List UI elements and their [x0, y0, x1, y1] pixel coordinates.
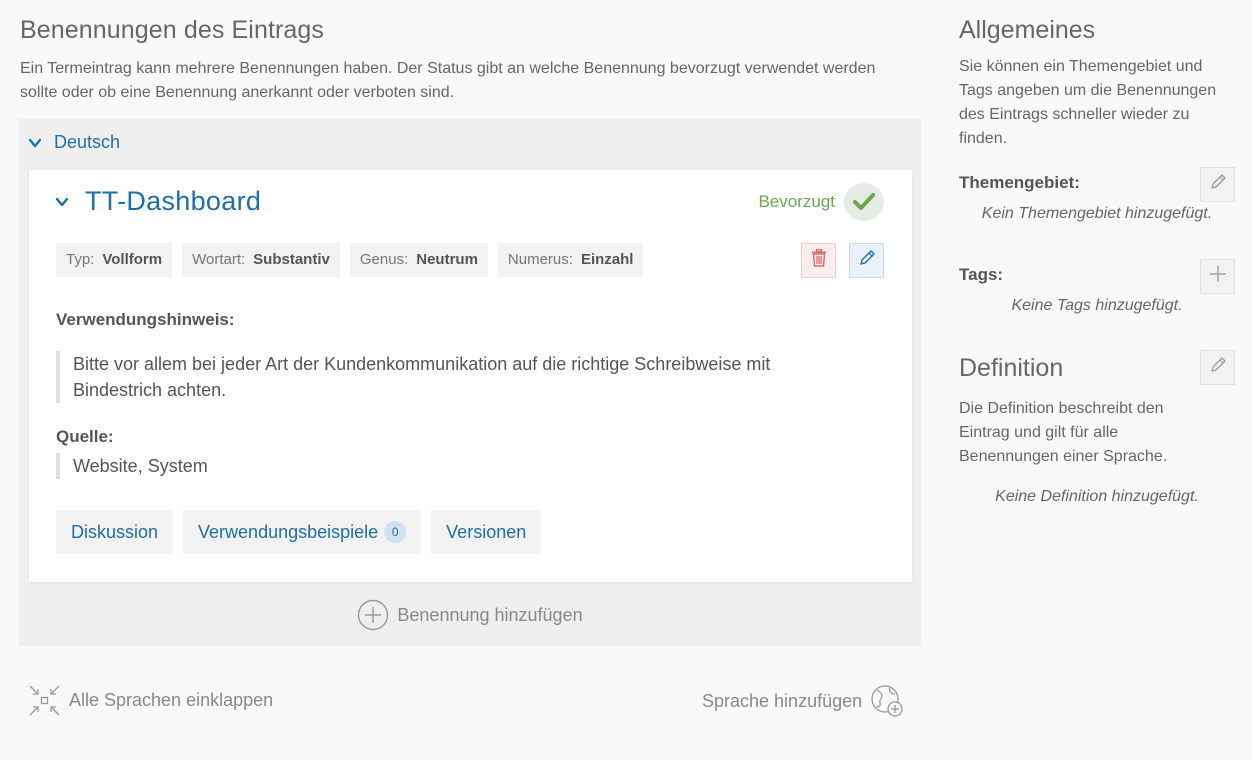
tab-discussion[interactable]: Diskussion: [56, 510, 174, 554]
tab-examples[interactable]: Verwendungsbeispiele 0: [183, 510, 422, 554]
globe-plus-icon: [870, 684, 904, 718]
tags-empty: Keine Tags hinzugefügt.: [1011, 297, 1183, 314]
tags-label: Tags:: [959, 265, 1004, 284]
term-tabs: Diskussion Verwendungsbeispiele 0 Versio…: [56, 510, 551, 554]
tags-section: Tags: Keine Tags hinzugefügt.: [959, 259, 1235, 319]
trash-icon: [811, 248, 827, 272]
pencil-icon: [1209, 356, 1227, 379]
add-tag-button[interactable]: [1200, 259, 1235, 294]
language-panel: Deutsch TT-Dashboard Bevorzugt Typ: Vollf…: [19, 119, 921, 646]
add-language-button[interactable]: Sprache hinzufügen: [702, 684, 904, 718]
status-label: Bevorzugt: [758, 192, 835, 211]
term-properties: Typ: Vollform Wortart: Substantiv Genus: Ne…: [56, 243, 653, 277]
plus-icon: [357, 599, 389, 631]
edit-term-button[interactable]: [849, 243, 884, 278]
language-toggle[interactable]: Deutsch: [28, 132, 120, 153]
examples-count-badge: 0: [384, 521, 407, 543]
subject-label: Themengebiet:: [959, 173, 1080, 192]
add-language-label: Sprache hinzufügen: [702, 690, 863, 711]
add-term-button[interactable]: Benennung hinzufügen: [19, 599, 921, 631]
source-label: Quelle:: [56, 427, 114, 446]
tab-examples-label: Verwendungsbeispiele: [198, 522, 379, 542]
chevron-down-icon: [55, 195, 69, 209]
add-term-label: Benennung hinzufügen: [397, 604, 583, 625]
definition-text: Die Definition beschreibt den Eintrag un…: [959, 400, 1168, 465]
term-toggle[interactable]: TT-Dashboard: [55, 186, 261, 217]
term-status: Bevorzugt: [758, 183, 884, 221]
term-title: TT-Dashboard: [85, 186, 262, 216]
subject-empty: Kein Themengebiet hinzugefügt.: [981, 205, 1213, 222]
page-title: Benennungen des Eintrags: [20, 16, 325, 44]
collapse-arrows-icon: [28, 684, 61, 717]
delete-term-button[interactable]: [801, 243, 836, 278]
language-name: Deutsch: [54, 132, 121, 152]
property-type: Typ: Vollform: [56, 243, 173, 277]
tab-versions[interactable]: Versionen: [431, 510, 542, 554]
subject-section: Themengebiet: Kein Themengebiet hinzugef…: [959, 167, 1235, 227]
general-title: Allgemeines: [959, 16, 1096, 44]
definition-empty: Keine Definition hinzugefügt.: [995, 488, 1199, 505]
general-section: Allgemeines Sie können ein Themengebiet …: [959, 16, 1235, 151]
collapse-all-label: Alle Sprachen einklappen: [69, 690, 274, 710]
term-actions: [801, 243, 884, 278]
general-text: Sie können ein Themengebiet und Tags ang…: [959, 58, 1217, 147]
main-column: Benennungen des Eintrags Ein Termeintrag…: [20, 16, 921, 105]
intro-text: Ein Termeintrag kann mehrere Benennungen…: [20, 60, 876, 101]
edit-subject-button[interactable]: [1200, 167, 1235, 202]
usage-text: Bitte vor allem bei jeder Art der Kunden…: [56, 351, 816, 403]
definition-title: Definition: [959, 354, 1064, 382]
plus-icon: [1209, 265, 1227, 288]
chevron-down-icon: [28, 136, 42, 150]
property-number: Numerus: Einzahl: [497, 243, 644, 277]
check-icon: [844, 183, 884, 221]
property-wordclass: Wortart: Substantiv: [182, 243, 340, 277]
usage-label: Verwendungshinweis:: [56, 310, 235, 329]
source-text: Website, System: [56, 453, 208, 479]
pencil-icon: [858, 249, 876, 272]
term-card: TT-Dashboard Bevorzugt Typ: Vollform Wort…: [29, 170, 912, 582]
property-gender: Genus: Neutrum: [349, 243, 488, 277]
pencil-icon: [1209, 173, 1227, 196]
collapse-all-button[interactable]: Alle Sprachen einklappen: [28, 684, 273, 717]
edit-definition-button[interactable]: [1200, 350, 1235, 385]
